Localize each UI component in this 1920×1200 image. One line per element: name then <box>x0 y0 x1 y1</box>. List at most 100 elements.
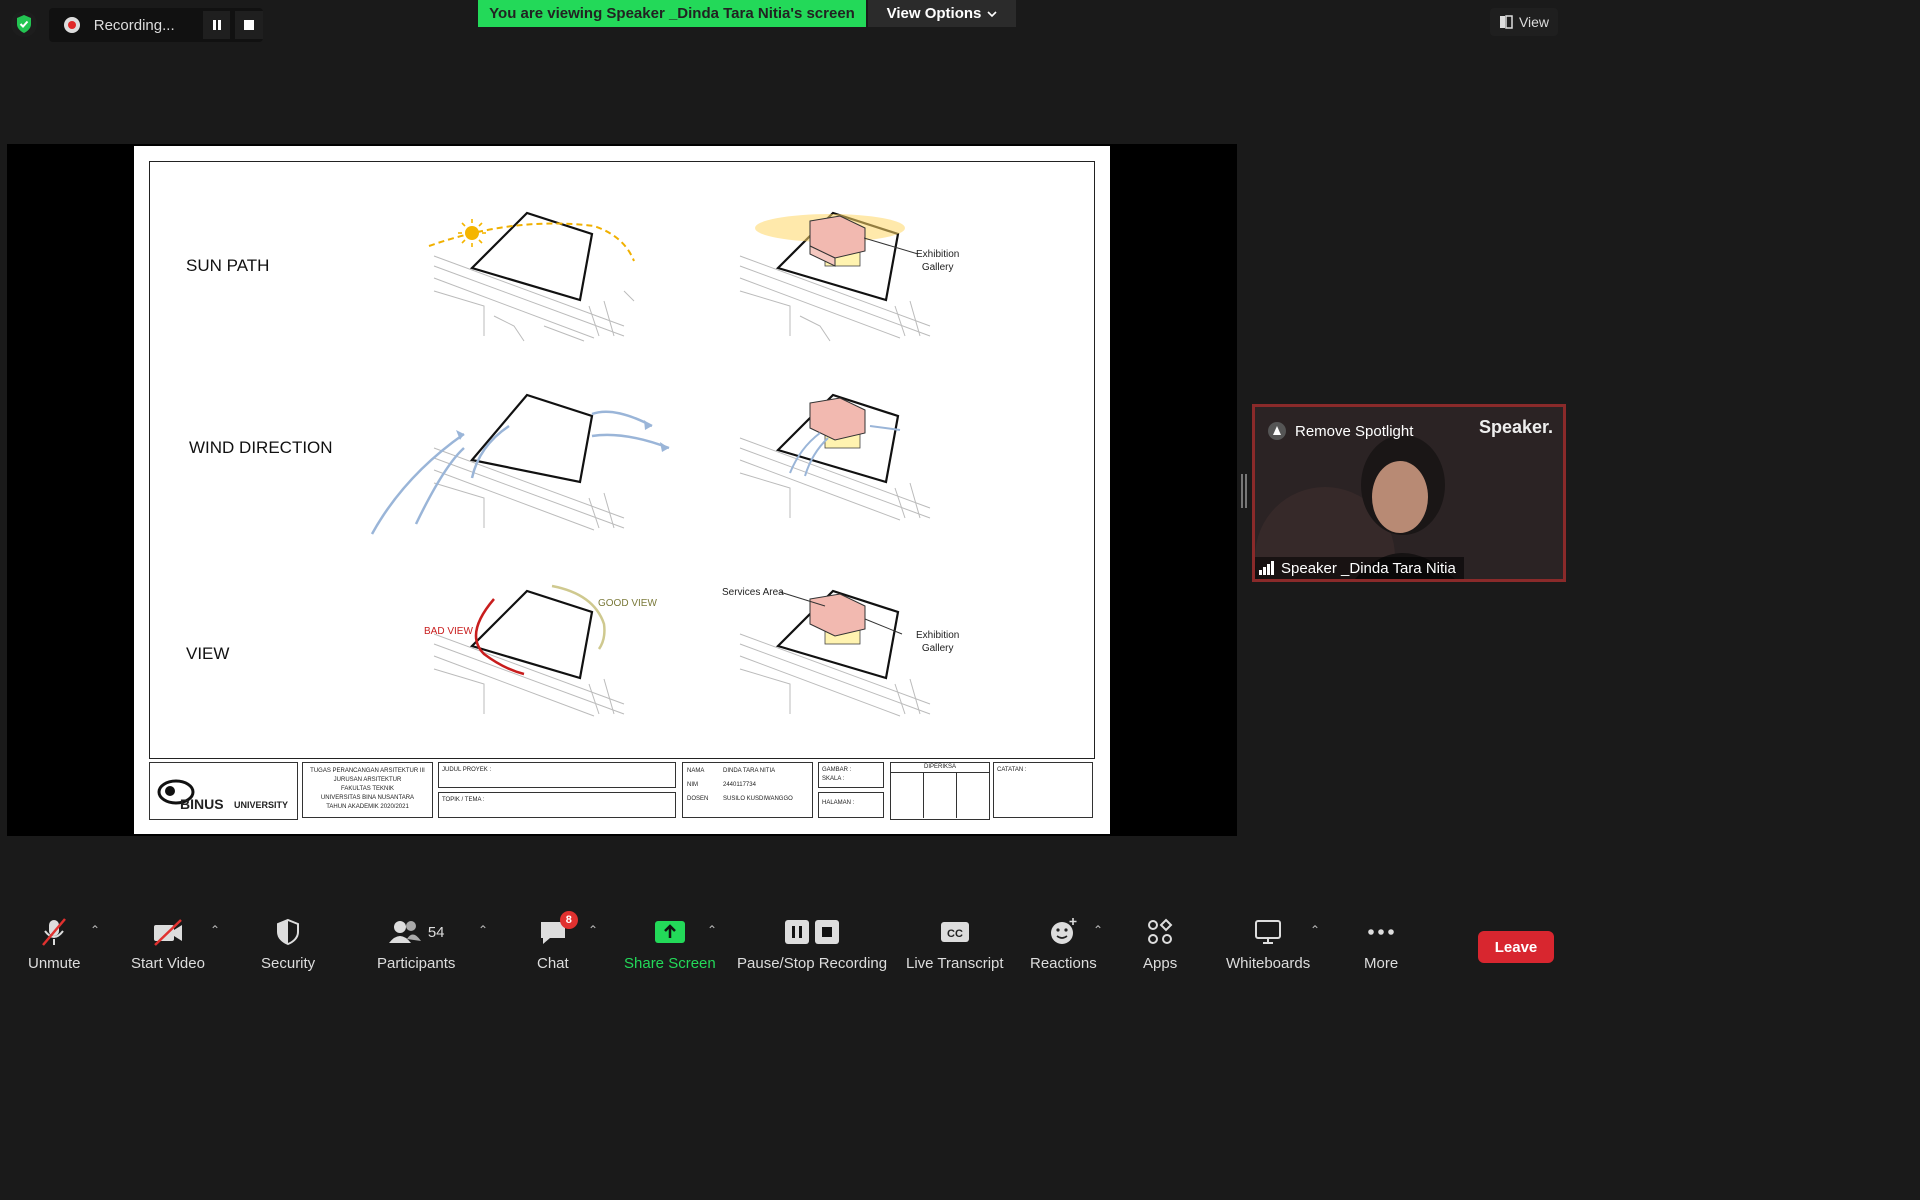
security-button[interactable]: Security <box>261 915 315 972</box>
diperiksa-label: DIPERIKSA <box>891 763 989 773</box>
video-options-caret[interactable]: ⌃ <box>210 923 220 937</box>
exhibition-gallery-label-2: Exhibition Gallery <box>916 629 959 655</box>
exhibition-gallery-label-1: Exhibition Gallery <box>916 248 959 274</box>
start-video-label: Start Video <box>131 955 205 972</box>
whiteboards-label: Whiteboards <box>1226 955 1311 972</box>
course-line: TUGAS PERANCANGAN ARSITEKTUR III <box>310 768 425 774</box>
stop-recording-icon <box>815 920 840 944</box>
remove-spotlight-button[interactable]: Remove Spotlight <box>1267 421 1413 441</box>
unmute-label: Unmute <box>28 955 81 972</box>
more-label: More <box>1364 955 1399 972</box>
stop-recording-button[interactable] <box>235 11 264 39</box>
view-label: View <box>1518 14 1550 30</box>
video-off-icon <box>153 919 182 946</box>
judul-proyek-field: JUDUL PROYEK : <box>438 762 676 788</box>
reactions-smiley-icon <box>1051 918 1077 944</box>
view-options-label: View Options <box>886 5 982 22</box>
live-transcript-button[interactable]: CC Live Transcript <box>906 915 1004 972</box>
apps-icon <box>1148 918 1173 944</box>
participant-count: 54 <box>427 923 445 941</box>
nim-label: NIM <box>687 782 698 788</box>
course-line: UNIVERSITAS BINA NUSANTARA <box>320 795 415 801</box>
apps-label: Apps <box>1143 955 1178 972</box>
more-dots-icon <box>1368 929 1394 935</box>
participants-button[interactable]: 54 Participants <box>377 915 455 972</box>
pause-stop-label: Pause/Stop Recording <box>737 955 888 972</box>
good-view-label: GOOD VIEW <box>598 598 657 609</box>
share-screen-icon <box>654 921 685 943</box>
catatan-field: CATATAN : <box>993 762 1093 818</box>
gambar-label: GAMBAR : <box>822 767 852 773</box>
speaker-video-tile[interactable]: Remove Spotlight Speaker. Speaker _Dinda… <box>1252 404 1566 582</box>
course-line: TAHUN AKADEMIK 2020/2021 <box>326 804 409 810</box>
view-layout-icon <box>1499 15 1513 29</box>
view-button[interactable]: View <box>1490 8 1558 36</box>
view-options-button[interactable]: View Options <box>868 0 1016 27</box>
chat-button[interactable]: 8 Chat <box>537 911 578 972</box>
svg-text:CC: CC <box>947 928 963 940</box>
share-screen-button[interactable]: Share Screen <box>624 915 716 972</box>
recording-dot-icon <box>64 17 80 33</box>
pause-stop-recording-button[interactable]: Pause/Stop Recording <box>737 915 887 972</box>
closed-caption-icon: CC <box>940 922 969 942</box>
signal-strength-icon <box>1259 561 1274 575</box>
binus-logo-box: BINUS UNIVERSITY <box>149 762 298 820</box>
leave-button[interactable]: Leave <box>1478 931 1554 963</box>
meeting-toolbar: Unmute ⌃ Start Video ⌃ Security 54 Parti… <box>0 905 1568 980</box>
nim-value: 2440117734 <box>723 782 756 788</box>
wind-block-sketch <box>739 393 931 521</box>
participants-options-caret[interactable]: ⌃ <box>478 923 488 937</box>
note-text: Gallery <box>921 262 954 273</box>
sun-icon <box>458 219 486 247</box>
microphone-muted-icon <box>42 918 67 946</box>
reactions-options-caret[interactable]: ⌃ <box>1093 923 1103 937</box>
start-video-button[interactable]: Start Video <box>131 915 205 972</box>
apps-button[interactable]: Apps <box>1143 915 1177 972</box>
chat-options-caret[interactable]: ⌃ <box>588 923 598 937</box>
topik-tema-field: TOPIK / TEMA : <box>438 792 676 818</box>
sun-block-sketch <box>739 211 931 342</box>
services-area-label: Services Area <box>722 587 784 598</box>
share-screen-label: Share Screen <box>624 955 716 972</box>
reactions-button[interactable]: Reactions <box>1030 915 1097 972</box>
dosen-label: DOSEN <box>687 796 709 802</box>
row-label-view: VIEW <box>186 644 230 663</box>
chat-label: Chat <box>537 955 569 972</box>
pause-recording-button[interactable] <box>202 11 231 39</box>
logo-suffix: UNIVERSITY <box>234 800 289 810</box>
viewing-banner: You are viewing Speaker _Dinda Tara Niti… <box>478 0 866 27</box>
speaker-name-tag: Speaker _Dinda Tara Nitia <box>1255 557 1464 579</box>
reactions-label: Reactions <box>1030 955 1097 972</box>
pause-recording-icon <box>785 920 810 944</box>
participants-icon <box>388 921 421 943</box>
stop-icon <box>244 20 255 30</box>
course-info: TUGAS PERANCANGAN ARSITEKTUR III JURUSAN… <box>302 762 433 818</box>
dosen-value: SUSILO KUSDIWANGGO <box>723 796 793 802</box>
logo-text: BINUS <box>180 796 224 812</box>
halaman-field: HALAMAN : <box>818 792 884 818</box>
audio-options-caret[interactable]: ⌃ <box>90 923 100 937</box>
whiteboards-options-caret[interactable]: ⌃ <box>1310 923 1320 937</box>
remove-spotlight-label: Remove Spotlight <box>1295 422 1414 440</box>
skala-label: SKALA : <box>822 776 845 782</box>
resize-handle[interactable] <box>1240 474 1248 508</box>
participants-label: Participants <box>377 955 456 972</box>
row-label-wind-direction: WIND DIRECTION <box>189 438 333 457</box>
wind-direction-sketch <box>370 393 670 535</box>
chat-unread-badge: 8 <box>559 911 578 929</box>
chevron-down-icon <box>987 10 997 17</box>
more-button[interactable]: More <box>1364 915 1398 972</box>
unmute-button[interactable]: Unmute <box>28 915 81 972</box>
whiteboards-button[interactable]: Whiteboards <box>1226 915 1310 972</box>
presentation-slide: SUN PATH WIND DIRECTION VIEW Exhibition … <box>134 146 1110 834</box>
share-options-caret[interactable]: ⌃ <box>707 923 717 937</box>
diperiksa-box: DIPERIKSA <box>890 762 990 820</box>
student-info: NAMA DINDA TARA NITIA NIM 2440117734 DOSEN… <box>682 762 813 818</box>
speaker-watermark: Speaker. <box>1478 417 1553 437</box>
live-transcript-label: Live Transcript <box>906 955 1004 972</box>
leader-line <box>864 237 919 255</box>
gambar-skala-field: GAMBAR : SKALA : <box>818 762 884 788</box>
encryption-shield-icon[interactable] <box>10 10 38 38</box>
note-text: Exhibition <box>916 249 960 260</box>
security-shield-icon <box>277 918 300 946</box>
